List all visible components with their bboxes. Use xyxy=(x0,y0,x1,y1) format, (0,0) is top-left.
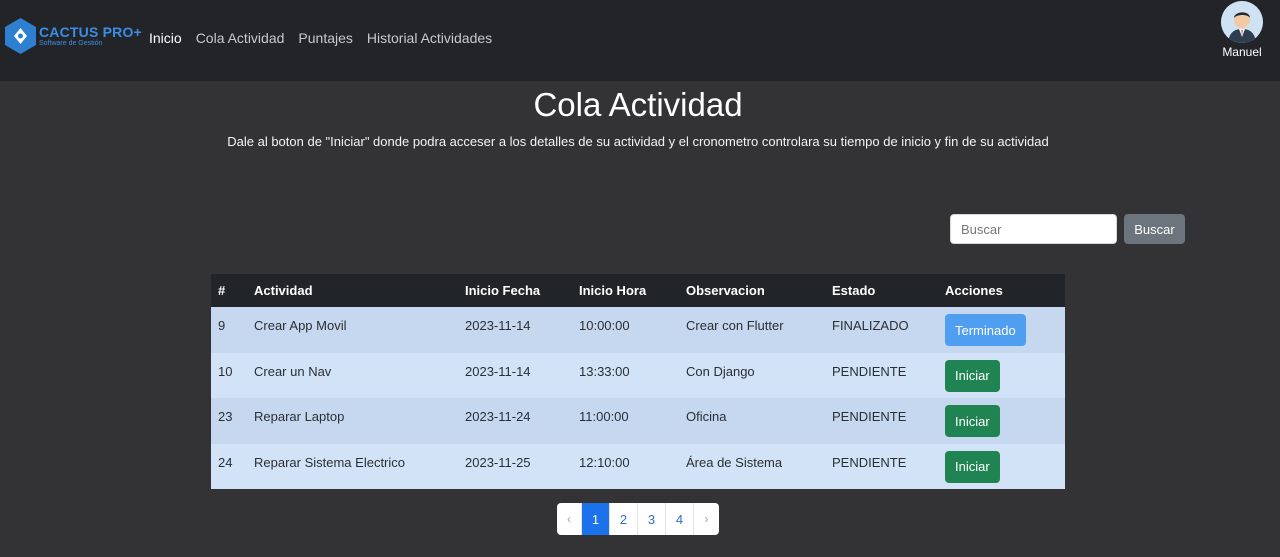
nav-links: Inicio Cola Actividad Puntajes Historial… xyxy=(149,30,492,46)
brand-subtitle: Software de Gestión xyxy=(39,40,103,47)
user-avatar-icon[interactable] xyxy=(1221,1,1263,43)
table-row: 10 Crear un Nav 2023-11-14 13:33:00 Con … xyxy=(211,352,1065,398)
user-menu[interactable]: Manuel xyxy=(1219,0,1265,59)
brand-name: CACTUS PRO+ xyxy=(39,24,142,40)
cell-acciones: Iniciar xyxy=(938,398,1065,444)
table-row: 23 Reparar Laptop 2023-11-24 11:00:00 Of… xyxy=(211,398,1065,444)
pagination-next[interactable]: › xyxy=(694,503,719,535)
activities-table: # Actividad Inicio Fecha Inicio Hora Obs… xyxy=(211,274,1065,489)
nav-link-historial-actividades[interactable]: Historial Actividades xyxy=(367,30,492,46)
cell-acciones: Terminado xyxy=(938,307,1065,353)
cell-actividad: Reparar Laptop xyxy=(247,398,458,444)
cell-estado: FINALIZADO xyxy=(825,307,938,353)
header-actividad: Actividad xyxy=(247,274,458,307)
cell-id: 24 xyxy=(211,443,247,489)
search-input[interactable] xyxy=(950,214,1117,244)
pagination-page-3[interactable]: 3 xyxy=(638,503,666,535)
header-number: # xyxy=(211,274,247,307)
pagination-page-1[interactable]: 1 xyxy=(582,503,610,535)
cell-estado: PENDIENTE xyxy=(825,398,938,444)
search-button[interactable]: Buscar xyxy=(1124,214,1185,244)
table-header-row: # Actividad Inicio Fecha Inicio Hora Obs… xyxy=(211,274,1065,307)
user-name: Manuel xyxy=(1222,45,1262,59)
cell-fecha: 2023-11-14 xyxy=(458,307,572,353)
cell-fecha: 2023-11-14 xyxy=(458,352,572,398)
cell-hora: 13:33:00 xyxy=(572,352,679,398)
cell-fecha: 2023-11-24 xyxy=(458,398,572,444)
pagination: ‹ 1 2 3 4 › xyxy=(557,503,719,535)
cell-id: 9 xyxy=(211,307,247,353)
cell-fecha: 2023-11-25 xyxy=(458,443,572,489)
cell-actividad: Crear un Nav xyxy=(247,352,458,398)
pagination-prev[interactable]: ‹ xyxy=(557,503,582,535)
cell-hora: 10:00:00 xyxy=(572,307,679,353)
header-inicio-hora: Inicio Hora xyxy=(572,274,679,307)
cell-estado: PENDIENTE xyxy=(825,352,938,398)
cell-acciones: Iniciar xyxy=(938,352,1065,398)
header-inicio-fecha: Inicio Fecha xyxy=(458,274,572,307)
pagination-page-4[interactable]: 4 xyxy=(666,503,694,535)
cell-actividad: Crear App Movil xyxy=(247,307,458,353)
cell-observacion: Área de Sistema xyxy=(679,443,825,489)
brand-logo[interactable]: CACTUS PRO+ Software de Gestión xyxy=(5,18,142,54)
cell-hora: 11:00:00 xyxy=(572,398,679,444)
nav-link-puntajes[interactable]: Puntajes xyxy=(298,30,352,46)
header-estado: Estado xyxy=(825,274,938,307)
cactus-hexagon-logo-icon xyxy=(5,18,36,54)
nav-link-inicio[interactable]: Inicio xyxy=(149,30,182,46)
cell-id: 10 xyxy=(211,352,247,398)
iniciar-button[interactable]: Iniciar xyxy=(945,405,1000,437)
page-title: Cola Actividad xyxy=(533,86,743,123)
header-observacion: Observacion xyxy=(679,274,825,307)
header-acciones: Acciones xyxy=(938,274,1065,307)
iniciar-button[interactable]: Iniciar xyxy=(945,359,1000,392)
iniciar-button[interactable]: Iniciar xyxy=(945,450,1000,483)
cell-acciones: Iniciar xyxy=(938,443,1065,489)
cell-hora: 12:10:00 xyxy=(572,443,679,489)
table-row: 9 Crear App Movil 2023-11-14 10:00:00 Cr… xyxy=(211,307,1065,353)
cell-observacion: Con Django xyxy=(679,352,825,398)
table-row: 24 Reparar Sistema Electrico 2023-11-25 … xyxy=(211,443,1065,489)
nav-link-cola-actividad[interactable]: Cola Actividad xyxy=(196,30,285,46)
cell-observacion: Oficina xyxy=(679,398,825,444)
cell-actividad: Reparar Sistema Electrico xyxy=(247,443,458,489)
terminado-button[interactable]: Terminado xyxy=(945,314,1026,346)
page-subtitle: Dale al boton de "Iniciar" donde podra a… xyxy=(227,134,1049,149)
cell-id: 23 xyxy=(211,398,247,444)
top-navbar: CACTUS PRO+ Software de Gestión Inicio C… xyxy=(0,0,1280,81)
cell-estado: PENDIENTE xyxy=(825,443,938,489)
cell-observacion: Crear con Flutter xyxy=(679,307,825,353)
pagination-page-2[interactable]: 2 xyxy=(610,503,638,535)
